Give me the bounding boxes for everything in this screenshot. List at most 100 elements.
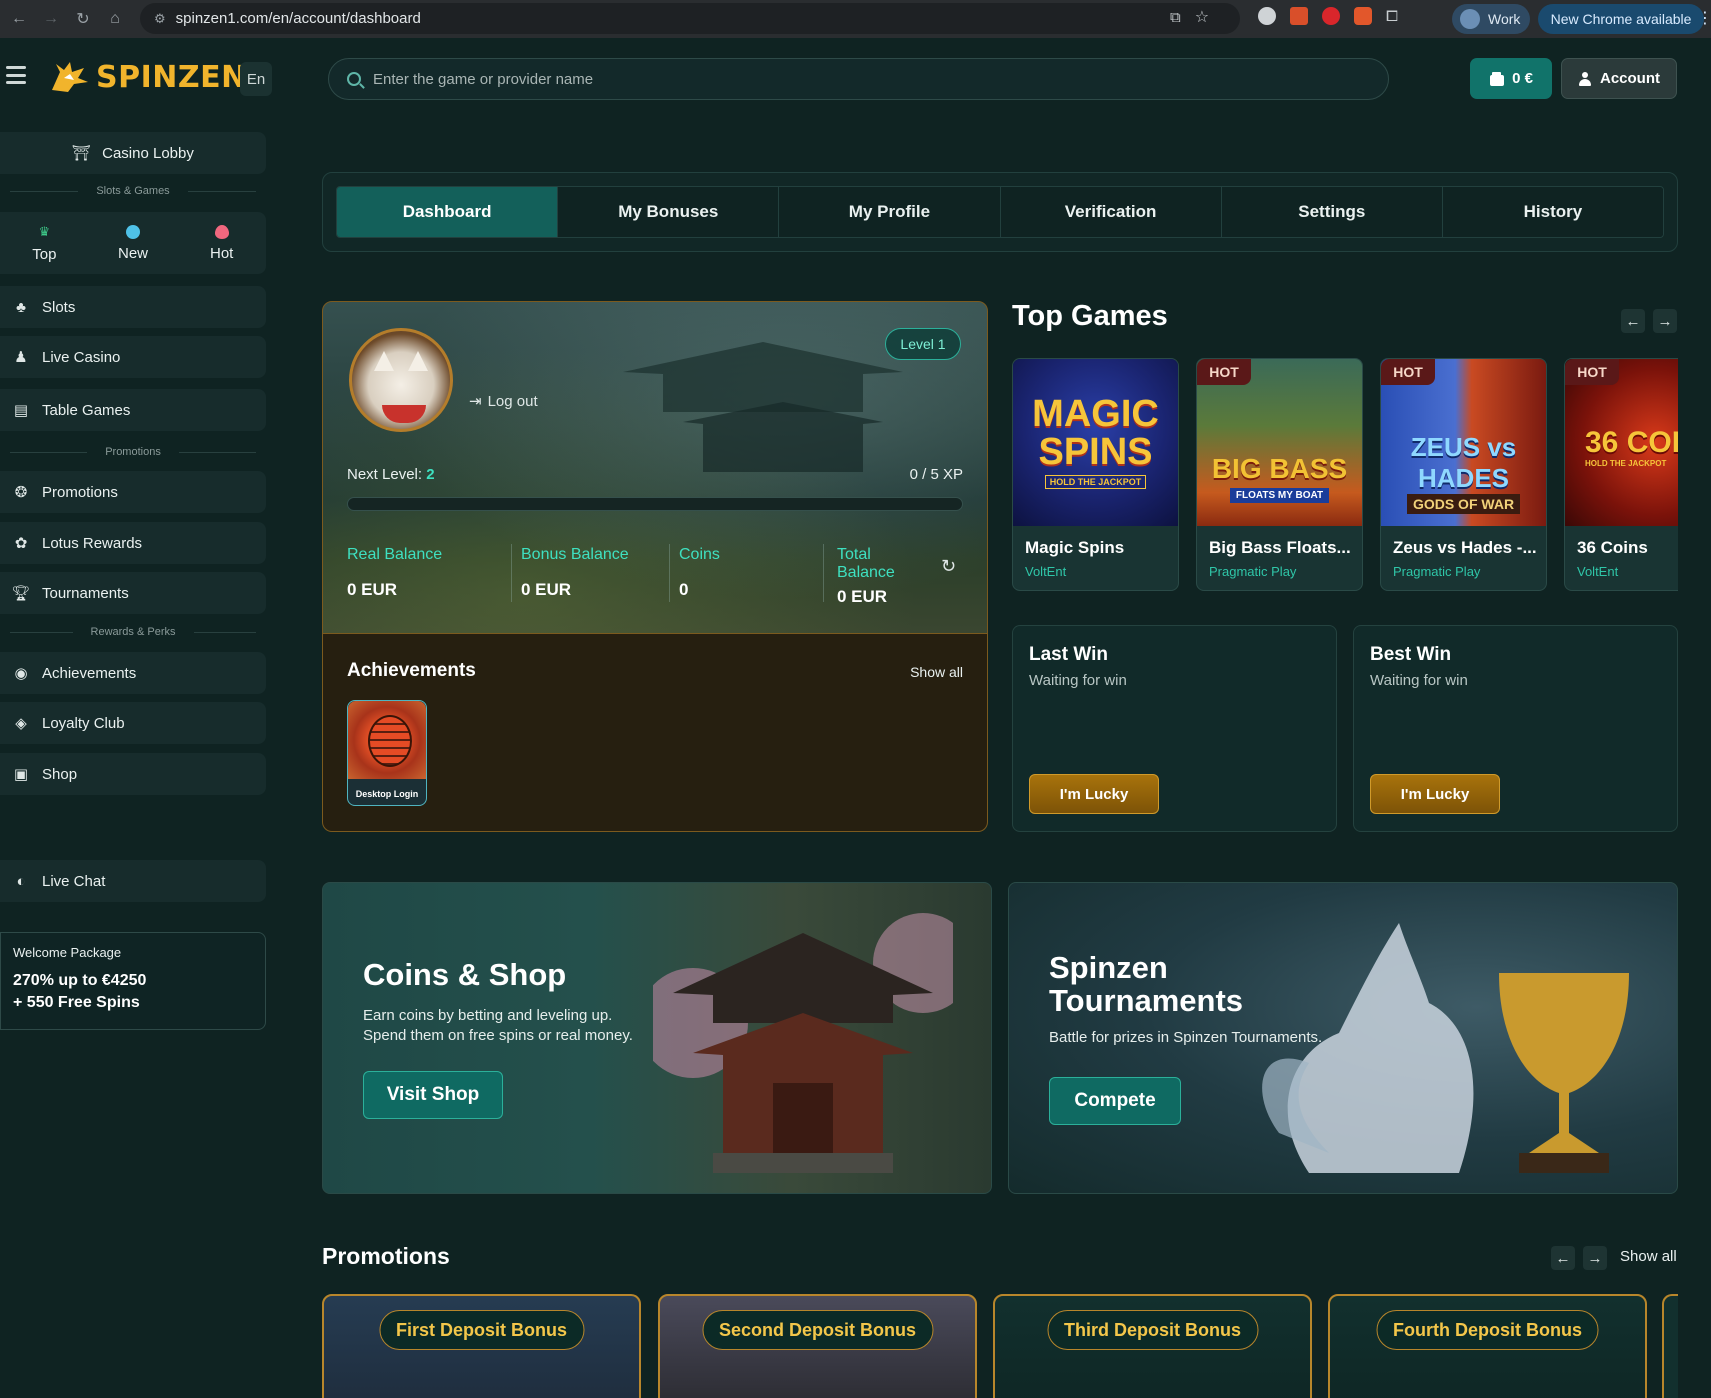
arrow-left-icon[interactable]: ← <box>1621 309 1645 333</box>
welcome-spins: + 550 Free Spins <box>13 994 140 1011</box>
install-app-icon[interactable]: ⧉ <box>1170 9 1181 26</box>
site-settings-icon[interactable]: ⚙ <box>154 11 166 27</box>
sidebar-item-shop[interactable]: ▣ Shop <box>0 753 266 795</box>
user-icon <box>1578 71 1592 86</box>
tournaments-banner: Spinzen Tournaments Battle for prizes in… <box>1008 882 1678 1194</box>
search-bar[interactable] <box>328 58 1389 100</box>
game-thumbnail: HOT 36 COINS HOLD THE JACKPOT <box>1565 359 1678 526</box>
achievement-label: Desktop Login <box>355 789 419 799</box>
sidebar-tab-hot[interactable]: Hot <box>177 212 266 274</box>
shopping-bag-icon: ▣ <box>13 766 29 783</box>
brand-logo[interactable]: SPINZEN <box>50 58 247 96</box>
im-lucky-button[interactable]: I'm Lucky <box>1029 774 1159 814</box>
game-card[interactable]: HOT BIG BASS FLOATS MY BOAT Big Bass Flo… <box>1196 358 1363 591</box>
promo-card[interactable]: First Deposit Bonus <box>322 1294 641 1398</box>
sidebar-item-lotus-rewards[interactable]: ✿ Lotus Rewards <box>0 522 266 564</box>
lotus-icon: ✿ <box>14 535 28 552</box>
game-card[interactable]: HOT ZEUS vs HADES GODS OF WAR Zeus vs Ha… <box>1380 358 1547 591</box>
lantern-icon <box>348 701 426 779</box>
game-name: 36 Coins <box>1577 538 1648 557</box>
trophy-icon: 🏆︎ <box>11 585 31 602</box>
sidebar-tab-new[interactable]: New <box>89 212 178 274</box>
extension-icon[interactable] <box>1322 7 1340 25</box>
extension-icon[interactable] <box>1354 7 1372 25</box>
reload-icon[interactable]: ↻ <box>70 6 96 32</box>
avatar[interactable] <box>349 328 453 432</box>
url-text: spinzen1.com/en/account/dashboard <box>175 10 421 27</box>
promo-title: Second Deposit Bonus <box>701 1310 934 1350</box>
promo-card[interactable] <box>1662 1294 1678 1398</box>
refresh-balance-icon[interactable]: ↻ <box>941 556 956 577</box>
kebab-menu-icon[interactable]: ⋮ <box>1697 8 1711 28</box>
tab-my-bonuses[interactable]: My Bonuses <box>558 187 780 237</box>
tab-history[interactable]: History <box>1442 187 1663 237</box>
fox-logo-icon <box>52 62 88 92</box>
sidebar-item-tournaments[interactable]: 🏆︎ Tournaments <box>0 572 266 614</box>
chrome-update-button[interactable]: New Chrome available <box>1538 4 1704 34</box>
promo-card[interactable]: Fourth Deposit Bonus <box>1328 1294 1647 1398</box>
sidebar-item-table-games[interactable]: ▤ Table Games <box>0 389 266 431</box>
achievements-title: Achievements <box>347 660 476 681</box>
tab-verification[interactable]: Verification <box>1000 187 1222 237</box>
welcome-package-card[interactable]: Welcome Package 270% up to €4250 + 550 F… <box>0 932 266 1030</box>
account-button[interactable]: Account <box>1561 58 1677 99</box>
sidebar-item-casino-lobby[interactable]: ⛩ Casino Lobby <box>0 132 266 174</box>
sidebar-item-achievements[interactable]: ◉ Achievements <box>0 652 266 694</box>
forward-icon[interactable]: → <box>38 6 64 32</box>
achievements-show-all[interactable]: Show all <box>910 664 963 680</box>
game-name: Magic Spins <box>1025 538 1125 557</box>
address-bar[interactable]: ⚙ spinzen1.com/en/account/dashboard <box>140 3 1240 34</box>
extension-icon[interactable] <box>1258 7 1276 25</box>
sidebar-item-slots[interactable]: ♣ Slots <box>0 286 266 328</box>
profile-button[interactable]: Work <box>1452 4 1530 34</box>
promotions-show-all[interactable]: Show all <box>1620 1248 1677 1265</box>
sidebar-item-loyalty-club[interactable]: ◈ Loyalty Club <box>0 702 266 744</box>
promo-card[interactable]: Second Deposit Bonus <box>658 1294 977 1398</box>
arrow-right-icon[interactable]: → <box>1653 309 1677 333</box>
game-card[interactable]: MAGIC SPINS HOLD THE JACKPOT Magic Spins… <box>1012 358 1179 591</box>
wallet-icon <box>1490 71 1505 86</box>
shop-banner-title: Coins & Shop <box>363 957 567 992</box>
compete-button[interactable]: Compete <box>1049 1077 1181 1125</box>
dealer-icon: ♟ <box>14 349 28 366</box>
sidebar-section-label: Promotions <box>0 445 266 459</box>
logout-icon: ⇥ <box>469 393 482 410</box>
crown-icon: ♛ <box>38 223 51 239</box>
game-provider: Pragmatic Play <box>1393 564 1481 579</box>
extension-icon[interactable] <box>1290 7 1308 25</box>
medal-icon: ◉ <box>14 665 28 682</box>
puzzle-icon[interactable]: ⧠ <box>1386 8 1398 25</box>
level-badge: Level 1 <box>885 328 961 360</box>
visit-shop-button[interactable]: Visit Shop <box>363 1071 503 1119</box>
language-selector[interactable]: En <box>240 62 272 96</box>
logout-button[interactable]: ⇥ Log out <box>469 392 538 411</box>
tab-my-profile[interactable]: My Profile <box>779 187 1001 237</box>
search-input[interactable] <box>373 70 1273 88</box>
arrow-left-icon[interactable]: ← <box>1551 1246 1575 1270</box>
temple-icon: ⛩ <box>71 145 91 162</box>
xp-progress-bar <box>347 497 963 511</box>
home-icon[interactable]: ⌂ <box>102 6 128 32</box>
tab-dashboard[interactable]: Dashboard <box>337 187 559 237</box>
arrow-right-icon[interactable]: → <box>1583 1246 1607 1270</box>
tab-settings[interactable]: Settings <box>1221 187 1443 237</box>
tournaments-title-line1: Spinzen <box>1049 950 1168 985</box>
menu-toggle-icon[interactable] <box>6 66 26 84</box>
back-icon[interactable]: ← <box>6 6 32 32</box>
sidebar-item-live-chat[interactable]: ◐ Live Chat <box>0 860 266 902</box>
tournaments-title-line2: Tournaments <box>1049 983 1244 1018</box>
game-thumbnail: MAGIC SPINS HOLD THE JACKPOT <box>1013 359 1178 526</box>
im-lucky-button[interactable]: I'm Lucky <box>1370 774 1500 814</box>
sidebar-item-promotions[interactable]: ❂ Promotions <box>0 471 266 513</box>
last-win-title: Last Win <box>1029 644 1108 665</box>
address-bar-actions: ⧉ ☆ <box>1170 7 1209 27</box>
achievement-badge[interactable]: Desktop Login <box>347 700 427 806</box>
bookmark-star-icon[interactable]: ☆ <box>1195 7 1209 27</box>
coins-balance: Coins 0 <box>679 546 720 599</box>
promo-card[interactable]: Third Deposit Bonus <box>993 1294 1312 1398</box>
wallet-button[interactable]: 0 € <box>1470 58 1552 99</box>
sidebar-item-live-casino[interactable]: ♟ Live Casino <box>0 336 266 378</box>
promotions-title: Promotions <box>322 1243 450 1269</box>
sidebar-tab-top[interactable]: ♛ Top <box>0 212 89 274</box>
game-card[interactable]: HOT 36 COINS HOLD THE JACKPOT 36 Coins V… <box>1564 358 1678 591</box>
